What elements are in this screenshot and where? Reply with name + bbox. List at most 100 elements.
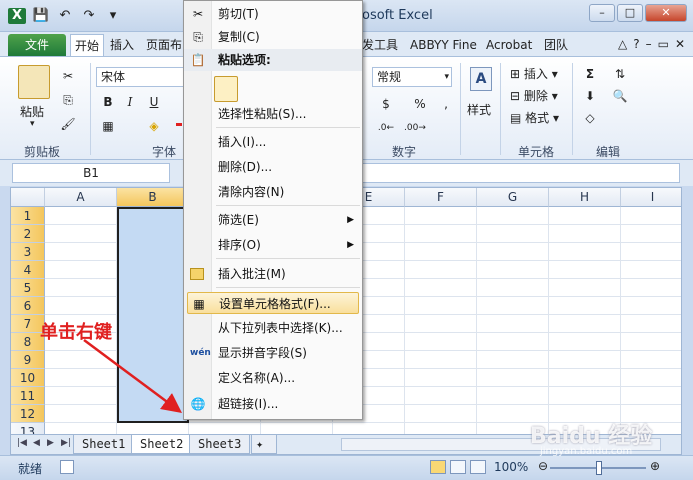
clear-icon[interactable]: ◇ [580,109,600,127]
font-color-swatch[interactable] [176,123,182,126]
number-format-combo[interactable]: 常规 ▾ [372,67,452,87]
macro-record-icon[interactable] [60,460,74,474]
row-header[interactable]: 6 [11,297,45,315]
format-painter-icon[interactable]: 🖌 [58,115,78,133]
minimize-button[interactable]: – [589,4,615,22]
ribbon-collapse-icon[interactable]: △ [618,37,627,51]
menu-item-insert[interactable]: 插入(I)... [184,131,362,153]
menu-item-delete[interactable]: 删除(D)... [184,156,362,178]
tab-page-layout[interactable]: 页面布 [142,34,186,56]
row-header[interactable]: 13 [11,423,45,434]
percent-icon[interactable]: % [410,95,430,113]
tab-file[interactable]: 文件 [8,34,66,56]
number-format-dropdown-icon[interactable]: ▾ [444,68,449,86]
select-all-corner[interactable] [11,188,45,207]
decrease-decimal-icon[interactable]: .00→ [404,119,426,137]
underline-icon[interactable]: U [144,93,164,111]
prev-sheet-icon[interactable]: ◀ [33,438,40,448]
comma-icon[interactable]: , [436,95,456,113]
cut-icon[interactable]: ✂ [58,67,78,85]
excel-app-icon[interactable]: X [8,8,26,24]
format-cells-button[interactable]: ▤ 格式 ▾ [510,109,559,126]
tab-acrobat[interactable]: Acrobat [482,34,536,56]
column-header[interactable]: H [549,188,621,207]
menu-item-pick-from-list[interactable]: 从下拉列表中选择(K)... [184,317,362,339]
tab-abbyy[interactable]: ABBYY Fine [406,34,481,56]
maximize-button[interactable]: □ [617,4,643,22]
menu-item-show-phonetic[interactable]: wén 显示拼音字段(S) [184,342,362,364]
copy-small-icon[interactable]: ⎘ [58,91,78,109]
selected-range-column-b[interactable] [117,207,189,423]
styles-icon[interactable]: A [470,67,492,91]
find-select-icon[interactable]: 🔍 [610,87,630,105]
menu-item-format-cells[interactable]: ▦ 设置单元格格式(F)... [187,292,359,314]
currency-icon[interactable]: $ [376,95,396,113]
redo-icon[interactable]: ↷ [80,8,98,24]
qat-dropdown-icon[interactable]: ▾ [104,8,122,24]
wb-minimize-icon[interactable]: – [646,37,652,51]
undo-icon[interactable]: ↶ [56,8,74,24]
row-header[interactable]: 2 [11,225,45,243]
normal-view-icon[interactable] [430,460,446,474]
zoom-slider-thumb[interactable] [596,461,602,475]
fill-color-icon[interactable]: ◈ [144,117,164,135]
new-sheet-icon[interactable]: ✦ [251,435,277,454]
insert-cells-button[interactable]: ⊞ 插入 ▾ [510,65,558,82]
column-header[interactable]: I [621,188,681,207]
menu-item-hyperlink[interactable]: 🌐 超链接(I)... [184,393,362,415]
sheet-tab-sheet1[interactable]: Sheet1 [73,435,135,454]
row-header[interactable]: 4 [11,261,45,279]
row-header[interactable]: 3 [11,243,45,261]
paste-large-icon[interactable] [18,65,50,99]
tab-developer[interactable]: 发工具 [358,34,402,56]
help-icon[interactable]: ? [633,37,639,51]
next-sheet-icon[interactable]: ▶ [47,438,54,448]
page-layout-view-icon[interactable] [450,460,466,474]
increase-decimal-icon[interactable]: .0← [376,119,396,137]
wb-restore-icon[interactable]: ▭ [658,37,669,51]
paste-button-label[interactable]: 粘贴 [20,103,44,120]
row-header[interactable]: 5 [11,279,45,297]
paste-dropdown-icon[interactable]: ▾ [30,119,35,129]
border-icon[interactable]: ▦ [98,117,118,135]
name-box[interactable]: B1 [12,163,170,183]
menu-item-clear-contents[interactable]: 清除内容(N) [184,181,362,203]
italic-icon[interactable]: I [120,93,140,111]
row-header[interactable]: 1 [11,207,45,225]
column-header[interactable]: G [477,188,549,207]
tab-team[interactable]: 团队 [540,34,572,56]
save-icon[interactable]: 💾 [32,8,50,24]
paste-option-icon[interactable] [214,76,238,102]
styles-button-label[interactable]: 样式 [467,101,491,118]
autosum-icon[interactable]: Σ [580,65,600,83]
sort-filter-icon[interactable]: ⇅ [610,65,630,83]
menu-item-sort[interactable]: 排序(O) ▶ [184,234,362,256]
menu-item-cut[interactable]: ✂ 剪切(T) [184,3,362,25]
last-sheet-icon[interactable]: ▶| [61,438,71,448]
row-header[interactable]: 12 [11,405,45,423]
row-header[interactable]: 11 [11,387,45,405]
sheet-tab-sheet3[interactable]: Sheet3 [189,435,251,454]
sheet-tab-sheet2[interactable]: Sheet2 [131,435,193,454]
page-break-view-icon[interactable] [470,460,486,474]
tab-home[interactable]: 开始 [70,34,105,56]
menu-item-filter[interactable]: 筛选(E) ▶ [184,209,362,231]
formula-input[interactable] [360,163,680,183]
row-header[interactable]: 10 [11,369,45,387]
tab-insert[interactable]: 插入 [106,34,138,56]
wb-close-icon[interactable]: ✕ [675,37,685,51]
close-button[interactable]: ✕ [645,4,687,22]
font-name-combo[interactable]: 宋体 [96,67,184,87]
row-header[interactable]: 9 [11,351,45,369]
menu-item-define-name[interactable]: 定义名称(A)... [184,367,362,389]
first-sheet-icon[interactable]: |◀ [17,438,27,448]
column-header[interactable]: A [45,188,117,207]
menu-item-paste-special[interactable]: 选择性粘贴(S)... [184,103,362,125]
delete-cells-button[interactable]: ⊟ 删除 ▾ [510,87,558,104]
zoom-in-icon[interactable]: ⊕ [650,459,660,473]
fill-icon[interactable]: ⬇ [580,87,600,105]
menu-item-copy[interactable]: ⎘ 复制(C) [184,26,362,48]
zoom-out-icon[interactable]: ⊖ [538,459,548,473]
column-header-selected[interactable]: B [117,188,189,207]
column-header[interactable]: F [405,188,477,207]
